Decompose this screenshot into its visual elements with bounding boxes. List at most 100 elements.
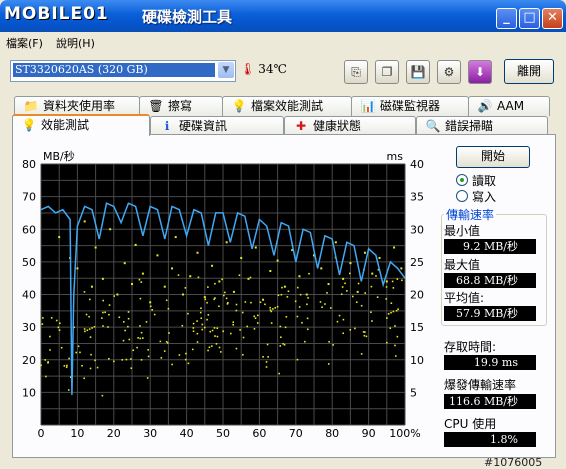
access-time-point [149,301,152,304]
access-time-point [63,365,66,367]
access-time-point [360,353,363,355]
y-tick-label: 50 [22,256,36,269]
access-time-point [203,326,206,329]
access-time-point [66,364,68,367]
access-time-point [306,303,308,306]
access-time-point [283,285,286,288]
access-time-point [209,330,212,333]
access-time-point [356,290,359,293]
y2-tick-label: 30 [410,223,424,236]
access-time-point [349,272,351,275]
access-time-point [269,306,271,309]
access-time-point [147,349,149,351]
access-time-point [276,259,279,262]
access-time-point [357,282,360,285]
access-time-point [200,317,203,320]
access-time-point [113,295,116,297]
access-time-point [166,342,169,344]
access-time-point [385,286,388,288]
access-time-point [196,320,198,322]
min-label: 最小值 [444,224,481,238]
access-time-point [342,277,345,280]
access-time-point [102,299,105,302]
access-time-point [283,343,286,346]
access-time-point [184,287,187,289]
access-time-point [89,367,92,370]
access-time-point [277,294,280,297]
access-time-point [360,304,363,307]
write-radio[interactable]: 寫入 [456,188,496,205]
access-time-point [156,254,159,257]
avg-label: 平均值: [444,291,485,305]
access-time-point [159,340,162,343]
access-time-point [391,280,394,283]
access-time-point [272,308,274,310]
access-time-point [249,276,252,279]
read-radio[interactable]: 讀取 [456,172,496,189]
access-time-point [86,329,89,332]
access-time-point [394,355,397,357]
access-time-point [224,291,226,294]
access-time-point [253,315,256,318]
access-time-point [165,299,168,302]
access-time-point [287,290,290,293]
access-time-point [140,359,143,361]
access-time-point [385,280,388,283]
x-tick-label: 70 [289,427,303,440]
access-time-point [247,277,250,280]
access-time-label: 存取時間: [444,340,497,354]
access-time-point [222,330,225,333]
access-time-point [242,353,244,356]
y2-tick-label: 5 [410,386,417,399]
access-time-point [354,327,356,330]
access-time-point [206,301,208,304]
access-time-point [122,321,125,323]
access-time-point [134,243,137,246]
access-time-point [235,347,238,350]
burst-rate-value: 116.6 MB/秒 [444,394,536,409]
access-time-point [107,326,109,328]
access-time-point [226,303,229,305]
access-time-point [163,285,166,288]
access-time-point [278,372,281,375]
access-time-point [83,291,86,293]
access-time-point [90,285,93,288]
access-time-point [125,358,128,361]
access-time-point [101,317,103,319]
access-time-point [223,294,225,297]
access-time-point [88,298,91,301]
start-button[interactable]: 開始 [456,146,530,168]
access-time-point [211,329,214,332]
access-time-point [58,236,61,239]
access-time-point [101,277,104,280]
access-time-point [385,341,388,344]
access-time-point [393,246,396,249]
access-time-point [207,349,209,352]
access-time-point [284,326,287,329]
bulb-icon: 💡 [21,118,37,132]
access-time-point [364,331,366,333]
access-time-point [254,317,257,319]
access-time-point [130,367,133,369]
access-time-point [60,346,63,349]
access-time-point [210,345,213,347]
access-time-point [57,326,60,329]
y2-tick-label: 10 [410,354,424,367]
y-tick-label: 80 [22,158,36,171]
x-tick-label: 60 [252,427,266,440]
access-time-point [184,358,187,361]
access-time-point [400,267,403,270]
access-time-point [136,346,138,349]
access-time-point [279,345,282,347]
y-tick-label: 20 [22,354,36,367]
access-time-point [204,298,207,301]
tab-benchmark[interactable]: 💡 效能測試 [12,114,150,136]
access-time-point [67,389,70,391]
access-time-point [375,275,377,277]
access-time-point [93,326,96,328]
access-time-point [265,366,268,368]
access-time-point [276,305,279,308]
max-label: 最大值 [444,258,481,272]
access-time-point [371,320,373,322]
access-time-point [305,293,308,296]
